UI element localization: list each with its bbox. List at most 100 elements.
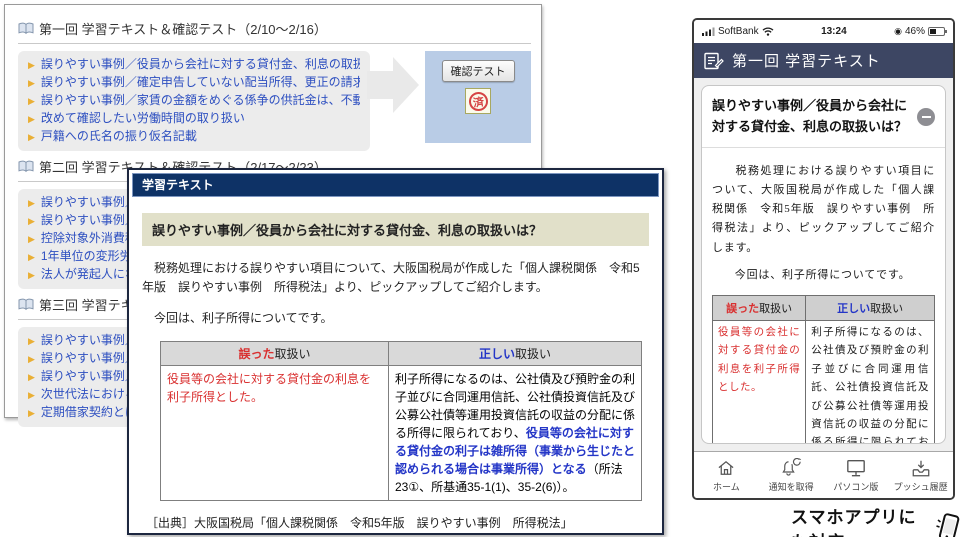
triangle-bullet-icon: ▶ <box>28 249 35 266</box>
right-text-pre: 利子所得になるのは、公社債及び預貯金の利子並びに合同運用信託、公社債投資信託及び… <box>811 327 929 444</box>
triangle-bullet-icon: ▶ <box>28 405 35 422</box>
phone-content: 誤りやすい事例／役員から会社に対する貸付金、利息の取扱いは？ 税務処理における誤… <box>694 78 953 451</box>
article-card-title: 誤りやすい事例／役員から会社に対する貸付金、利息の取扱いは？ <box>712 96 909 138</box>
tab-label: プッシュ履歴 <box>894 480 948 493</box>
right-label-emphasis: 正しい <box>479 347 515 361</box>
triangle-bullet-icon: ▶ <box>28 351 35 368</box>
article-card-body: 税務処理における誤りやすい項目について、大阪国税局が作成した「個人課税関係 令和… <box>702 148 945 444</box>
book-icon <box>18 22 34 35</box>
tab-label: 通知を取得 <box>769 480 814 493</box>
article-paragraph: 税務処理における誤りやすい項目について、大阪国税局が作成した「個人課税関係 令和… <box>142 259 649 296</box>
right-header-cell: 正しい取扱い <box>806 296 935 321</box>
comparison-table: 誤った取扱い 正しい取扱い 役員等の会社に対する貸付金の利息を利子所得とした。 … <box>712 295 935 444</box>
tab-notifications[interactable]: 通知を取得 <box>759 458 824 493</box>
source-note: ［出典］大阪国税局「個人課税関係 令和5年版 誤りやすい事例 所得税法」 <box>146 514 649 531</box>
wrong-label-rest: 取扱い <box>759 303 792 315</box>
caption-label: スマホアプリにも対応 <box>791 503 927 537</box>
lesson-link[interactable]: 誤りやすい事例／役員から会社に対する貸付金、利息の取扱いは？ <box>41 56 360 73</box>
inbox-download-icon <box>910 458 932 478</box>
flow-arrow-icon <box>367 57 419 113</box>
reader-body: 誤りやすい事例／役員から会社に対する貸付金、利息の取扱いは？ 税務処理における誤… <box>132 213 659 531</box>
carrier-label: SoftBank <box>718 26 759 37</box>
bell-refresh-icon <box>780 458 802 478</box>
wrong-header-cell: 誤った取扱い <box>713 296 806 321</box>
triangle-bullet-icon: ▶ <box>28 129 35 146</box>
collapse-button[interactable] <box>917 108 935 126</box>
battery-icon <box>928 27 945 36</box>
lesson-link[interactable]: 誤りやすい事例／確定申告していない配当所得、更正の請求はできる？ <box>41 74 360 91</box>
article-paragraph: 今回は、利子所得についてです。 <box>142 309 649 328</box>
battery-percent: 46% <box>905 26 925 37</box>
triangle-bullet-icon: ▶ <box>28 387 35 404</box>
comparison-table: 誤った取扱い 正しい取扱い 役員等の会社に対する貸付金の利息を利子所得とした。 … <box>160 341 642 501</box>
home-icon <box>716 458 736 478</box>
tab-push-history[interactable]: プッシュ履歴 <box>888 458 953 493</box>
lesson-link[interactable]: 改めて確認したい労働時間の取り扱い <box>41 110 245 127</box>
right-cell: 利子所得になるのは、公社債及び預貯金の利子並びに合同運用信託、公社債投資信託及び… <box>806 321 935 444</box>
lesson-link-panel: ▶ 誤りやすい事例／役員から会社に対する貸付金、利息の取扱いは？ ▶ 誤りやすい事例… <box>18 51 370 151</box>
article-paragraph: 今回は、利子所得についてです。 <box>712 266 935 285</box>
confirm-test-panel: 確認テスト 済 <box>425 51 531 143</box>
article-card-header: 誤りやすい事例／役員から会社に対する貸付金、利息の取扱いは？ <box>702 86 945 148</box>
book-icon <box>18 298 34 311</box>
triangle-bullet-icon: ▶ <box>28 75 35 92</box>
triangle-bullet-icon: ▶ <box>28 195 35 212</box>
reader-window: 学習テキスト 誤りやすい事例／役員から会社に対する貸付金、利息の取扱いは？ 税務… <box>127 168 664 535</box>
tab-pc-version[interactable]: パソコン版 <box>824 458 889 493</box>
memo-icon <box>704 52 724 70</box>
right-label-emphasis: 正しい <box>837 303 870 315</box>
reader-titlebar: 学習テキスト <box>132 173 659 197</box>
list-item[interactable]: ▶ 戸籍への氏名の振り仮名記載 <box>28 128 360 146</box>
wrong-label-rest: 取扱い <box>275 347 311 361</box>
smartphone-doodle-icon <box>934 512 964 537</box>
confirm-test-button[interactable]: 確認テスト <box>442 60 515 82</box>
clock: 13:24 <box>774 26 895 37</box>
triangle-bullet-icon: ▶ <box>28 93 35 110</box>
smartphone-caption: スマホアプリにも対応 <box>791 503 964 537</box>
wrong-header-cell: 誤った取扱い <box>161 341 389 365</box>
article-paragraph: 税務処理における誤りやすい項目について、大阪国税局が作成した「個人課税関係 令和… <box>712 162 935 258</box>
tab-label: ホーム <box>713 480 740 493</box>
phone-tab-bar: ホーム 通知を取得 パソコン版 プッシュ履歴 <box>694 451 953 498</box>
right-cell: 利子所得になるのは、公社債及び預貯金の利子並びに合同運用信託、公社債投資信託及び… <box>389 365 642 500</box>
triangle-bullet-icon: ▶ <box>28 333 35 350</box>
signal-icon <box>702 27 715 36</box>
orientation-lock-icon: ◉ <box>894 26 902 37</box>
triangle-bullet-icon: ▶ <box>28 213 35 230</box>
triangle-bullet-icon: ▶ <box>28 267 35 284</box>
right-label-rest: 取扱い <box>870 303 903 315</box>
right-label-rest: 取扱い <box>515 347 551 361</box>
wrong-cell: 役員等の会社に対する貸付金の利息を利子所得とした。 <box>713 321 806 444</box>
wrong-cell: 役員等の会社に対する貸付金の利息を利子所得とした。 <box>161 365 389 500</box>
lesson-link[interactable]: 誤りやすい事例／家賃の金額をめぐる係争の供託金は、不動産所得の収入？ <box>41 92 360 109</box>
list-item[interactable]: ▶ 誤りやすい事例／確定申告していない配当所得、更正の請求はできる？ <box>28 74 360 92</box>
screenshot-canvas: 第一回 学習テキスト＆確認テスト（2/10～2/16） ▶ 誤りやすい事例／役員か… <box>0 0 964 537</box>
article-heading: 誤りやすい事例／役員から会社に対する貸付金、利息の取扱いは？ <box>142 213 649 246</box>
section-divider <box>18 43 531 44</box>
triangle-bullet-icon: ▶ <box>28 111 35 128</box>
book-icon <box>18 160 34 173</box>
done-stamp-box: 済 <box>465 88 491 114</box>
phone-frame: SoftBank 13:24 ◉ 46% 第一回 学習テキスト 誤りやすい事例／… <box>692 18 955 500</box>
tab-home[interactable]: ホーム <box>694 458 759 493</box>
tab-label: パソコン版 <box>833 480 878 493</box>
triangle-bullet-icon: ▶ <box>28 231 35 248</box>
wifi-icon <box>762 27 774 36</box>
triangle-bullet-icon: ▶ <box>28 369 35 386</box>
monitor-icon <box>845 458 867 478</box>
phone-nav-title: 第一回 学習テキスト <box>732 50 881 71</box>
triangle-bullet-icon: ▶ <box>28 57 35 74</box>
list-item[interactable]: ▶ 誤りやすい事例／家賃の金額をめぐる係争の供託金は、不動産所得の収入？ <box>28 92 360 110</box>
status-bar: SoftBank 13:24 ◉ 46% <box>694 20 953 43</box>
lesson-link[interactable]: 定期借家契約とは <box>41 404 137 421</box>
list-item[interactable]: ▶ 改めて確認したい労働時間の取り扱い <box>28 110 360 128</box>
wrong-label-emphasis: 誤った <box>238 347 274 361</box>
phone-nav-bar: 第一回 学習テキスト <box>694 43 953 78</box>
section-title-label: 第一回 学習テキスト＆確認テスト（2/10～2/16） <box>39 19 327 38</box>
list-item[interactable]: ▶ 誤りやすい事例／役員から会社に対する貸付金、利息の取扱いは？ <box>28 56 360 74</box>
lesson-link[interactable]: 戸籍への氏名の振り仮名記載 <box>41 128 197 145</box>
done-stamp: 済 <box>467 90 488 111</box>
article-card: 誤りやすい事例／役員から会社に対する貸付金、利息の取扱いは？ 税務処理における誤… <box>701 85 946 444</box>
wrong-label-emphasis: 誤った <box>726 303 759 315</box>
section-1-title: 第一回 学習テキスト＆確認テスト（2/10～2/16） <box>18 19 327 38</box>
